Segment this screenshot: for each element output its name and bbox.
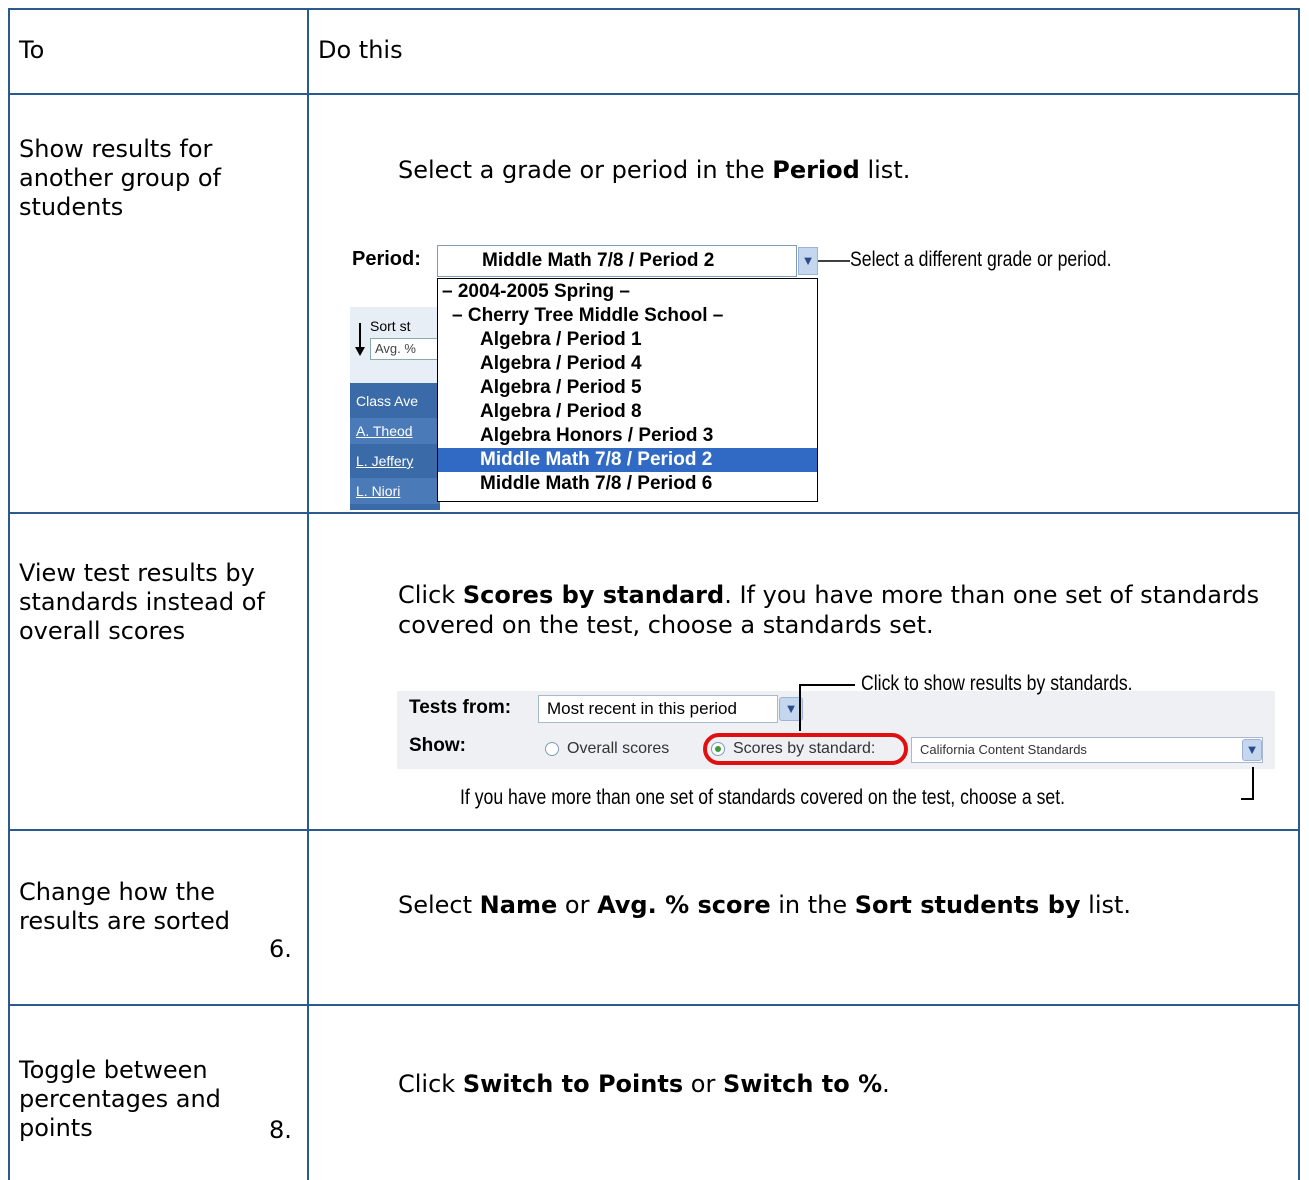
- row3-instruction: Select Name or Avg. % score in the Sort …: [398, 891, 1132, 919]
- row2-to-text: View test results by standards instead o…: [19, 559, 265, 645]
- dropdown-option-selected[interactable]: Middle Math 7/8 / Period 2: [438, 448, 817, 472]
- avg-select-fragment[interactable]: Avg. %: [370, 338, 440, 360]
- row4-step-number: 8.: [269, 1116, 292, 1144]
- period-select[interactable]: Middle Math 7/8 / Period 2: [437, 245, 797, 277]
- table-border-top: [8, 8, 1300, 10]
- row2-instruction: Click Scores by standard. If you have mo…: [398, 581, 1260, 639]
- standards-screenshot: Tests from: Most recent in this period ▼…: [395, 667, 1288, 809]
- student-row[interactable]: L. Jeffery: [350, 448, 440, 474]
- period-select-value: Middle Math 7/8 / Period 2: [482, 250, 715, 271]
- table-row-separator-1: [8, 93, 1300, 95]
- row1-to-text: Show results for another group of studen…: [19, 135, 221, 221]
- chevron-down-icon[interactable]: ▼: [798, 247, 818, 275]
- row3-to-text: Change how the results are sorted: [19, 878, 230, 935]
- standards-set-callout: If you have more than one set of standar…: [460, 786, 1066, 809]
- student-row[interactable]: A. Theod: [350, 418, 440, 444]
- dropdown-option[interactable]: Algebra Honors / Period 3: [438, 424, 817, 448]
- class-average-row: Class Ave: [356, 393, 418, 409]
- callout-line: [818, 260, 850, 262]
- student-list-fragment: Class Ave A. Theod L. Jeffery L. Niori: [350, 383, 440, 510]
- by-standard-callout: Click to show results by standards.: [861, 672, 1133, 695]
- dropdown-group-header: – 2004-2005 Spring –: [442, 281, 630, 302]
- student-row[interactable]: L. Niori: [350, 478, 440, 504]
- table-row-separator-4: [8, 1004, 1300, 1006]
- row4-to-text: Toggle between percentages and points: [19, 1056, 221, 1142]
- row4-instruction: Click Switch to Points or Switch to %.: [398, 1070, 890, 1098]
- period-dropdown-list: – 2004-2005 Spring – – Cherry Tree Middl…: [437, 278, 818, 502]
- dropdown-option[interactable]: Algebra / Period 4: [438, 352, 817, 376]
- dropdown-option[interactable]: Algebra / Period 1: [438, 328, 817, 352]
- header-col-to: To: [19, 36, 45, 64]
- table-row-separator-2: [8, 512, 1300, 514]
- sort-label-fragment: Sort st: [370, 318, 411, 334]
- row3-step-number: 6.: [269, 935, 292, 963]
- dropdown-option[interactable]: Algebra / Period 8: [438, 400, 817, 424]
- period-label: Period:: [352, 248, 421, 270]
- sort-arrow-icon: [355, 323, 365, 356]
- period-callout: Select a different grade or period.: [850, 248, 1112, 271]
- dropdown-option[interactable]: Middle Math 7/8 / Period 6: [438, 472, 817, 496]
- period-screenshot: Period: Middle Math 7/8 / Period 2 ▼ Sel…: [340, 235, 1200, 510]
- table-row-separator-3: [8, 829, 1300, 831]
- row1-instruction: Select a grade or period in the Period l…: [398, 156, 911, 184]
- dropdown-group-header: – Cherry Tree Middle School –: [452, 305, 724, 326]
- dropdown-option[interactable]: Algebra / Period 5: [438, 376, 817, 400]
- header-col-do-this: Do this: [318, 36, 403, 64]
